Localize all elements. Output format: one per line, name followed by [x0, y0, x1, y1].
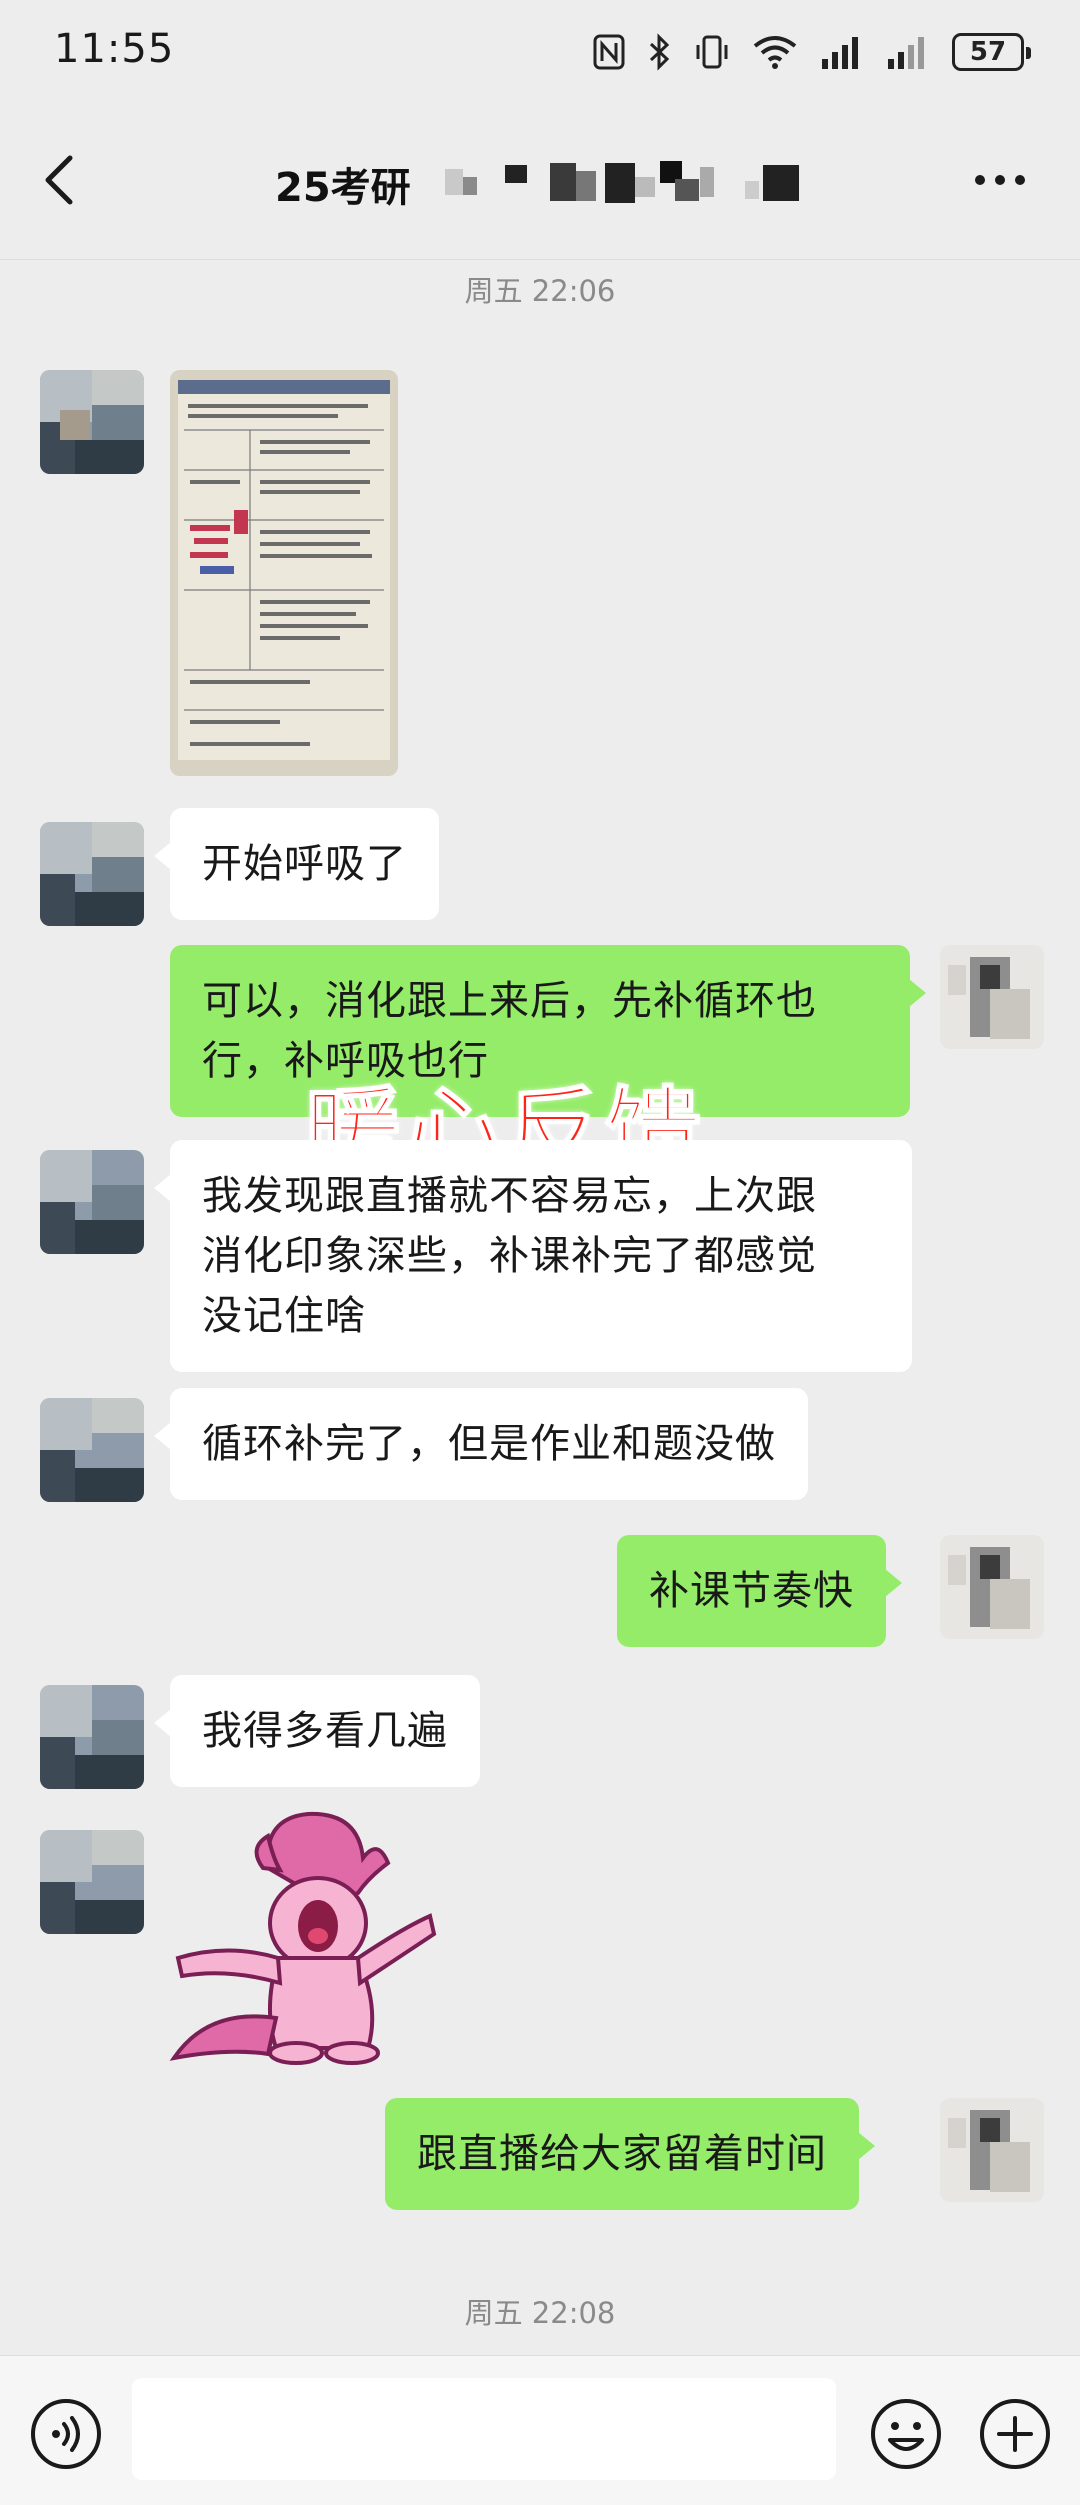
message-text: 开始呼吸了 [202, 841, 407, 887]
plus-icon[interactable] [977, 2396, 1053, 2472]
message-bubble-received[interactable]: 我发现跟直播就不容易忘，上次跟 消化印象深些，补课补完了都感觉 没记住啥 [154, 1140, 912, 1372]
message-bubble-received[interactable]: 开始呼吸了 [154, 808, 439, 920]
battery-icon: 57 [952, 33, 1031, 71]
pony-sticker[interactable] [168, 1808, 438, 2068]
avatar[interactable] [40, 1685, 144, 1789]
chevron-left-icon[interactable] [36, 150, 86, 210]
message-bubble-received[interactable]: 我得多看几遍 [154, 1675, 480, 1787]
status-bar: 11:55 57 [0, 0, 1080, 105]
avatar[interactable] [40, 1150, 144, 1254]
emoji-icon[interactable] [868, 2396, 944, 2472]
message-text-line: 消化印象深些，补课补完了都感觉 [202, 1233, 817, 1279]
message-text: 跟直播给大家留着时间 [417, 2131, 827, 2177]
chat-header: 25考研 [0, 105, 1080, 260]
ellipsis-icon[interactable] [970, 165, 1030, 195]
avatar[interactable] [40, 1398, 144, 1502]
message-bubble-received[interactable]: 循环补完了，但是作业和题没做 [154, 1388, 808, 1500]
avatar-self[interactable] [940, 2098, 1044, 2202]
bluetooth-icon [649, 33, 670, 71]
wifi-icon [753, 36, 797, 69]
voice-icon[interactable] [28, 2396, 104, 2472]
avatar[interactable] [40, 1830, 144, 1934]
redacted-title-mosaic [445, 161, 799, 203]
status-time: 11:55 [54, 26, 175, 72]
avatar[interactable] [40, 370, 144, 474]
avatar-self[interactable] [940, 1535, 1044, 1639]
avatar[interactable] [40, 822, 144, 926]
message-text: 循环补完了，但是作业和题没做 [202, 1421, 776, 1467]
message-timestamp: 周五 22:08 [464, 2296, 616, 2330]
message-timestamp: 周五 22:06 [464, 274, 616, 308]
signal-icon [888, 37, 924, 69]
avatar-self[interactable] [940, 945, 1044, 1049]
chat-title: 25考研 [275, 165, 411, 211]
status-icons: 57 [592, 30, 1031, 74]
message-text: 我得多看几遍 [202, 1708, 448, 1754]
message-text: 补课节奏快 [649, 1568, 854, 1614]
message-bubble-sent[interactable]: 补课节奏快 [617, 1535, 902, 1647]
message-bubble-sent[interactable]: 跟直播给大家留着时间 [385, 2098, 875, 2210]
battery-level: 57 [969, 37, 1007, 67]
message-input[interactable] [132, 2378, 836, 2480]
document-photo [170, 370, 398, 776]
message-text-line: 没记住啥 [202, 1293, 366, 1339]
nfc-icon [593, 34, 625, 70]
message-text-line: 我发现跟直播就不容易忘，上次跟 [202, 1173, 817, 1219]
signal-icon [822, 37, 858, 69]
input-bar [0, 2355, 1080, 2505]
message-text-line: 可以，消化跟上来后，先补循环也 [202, 978, 817, 1024]
photo-message[interactable] [170, 370, 398, 776]
vibrate-icon [696, 35, 728, 69]
